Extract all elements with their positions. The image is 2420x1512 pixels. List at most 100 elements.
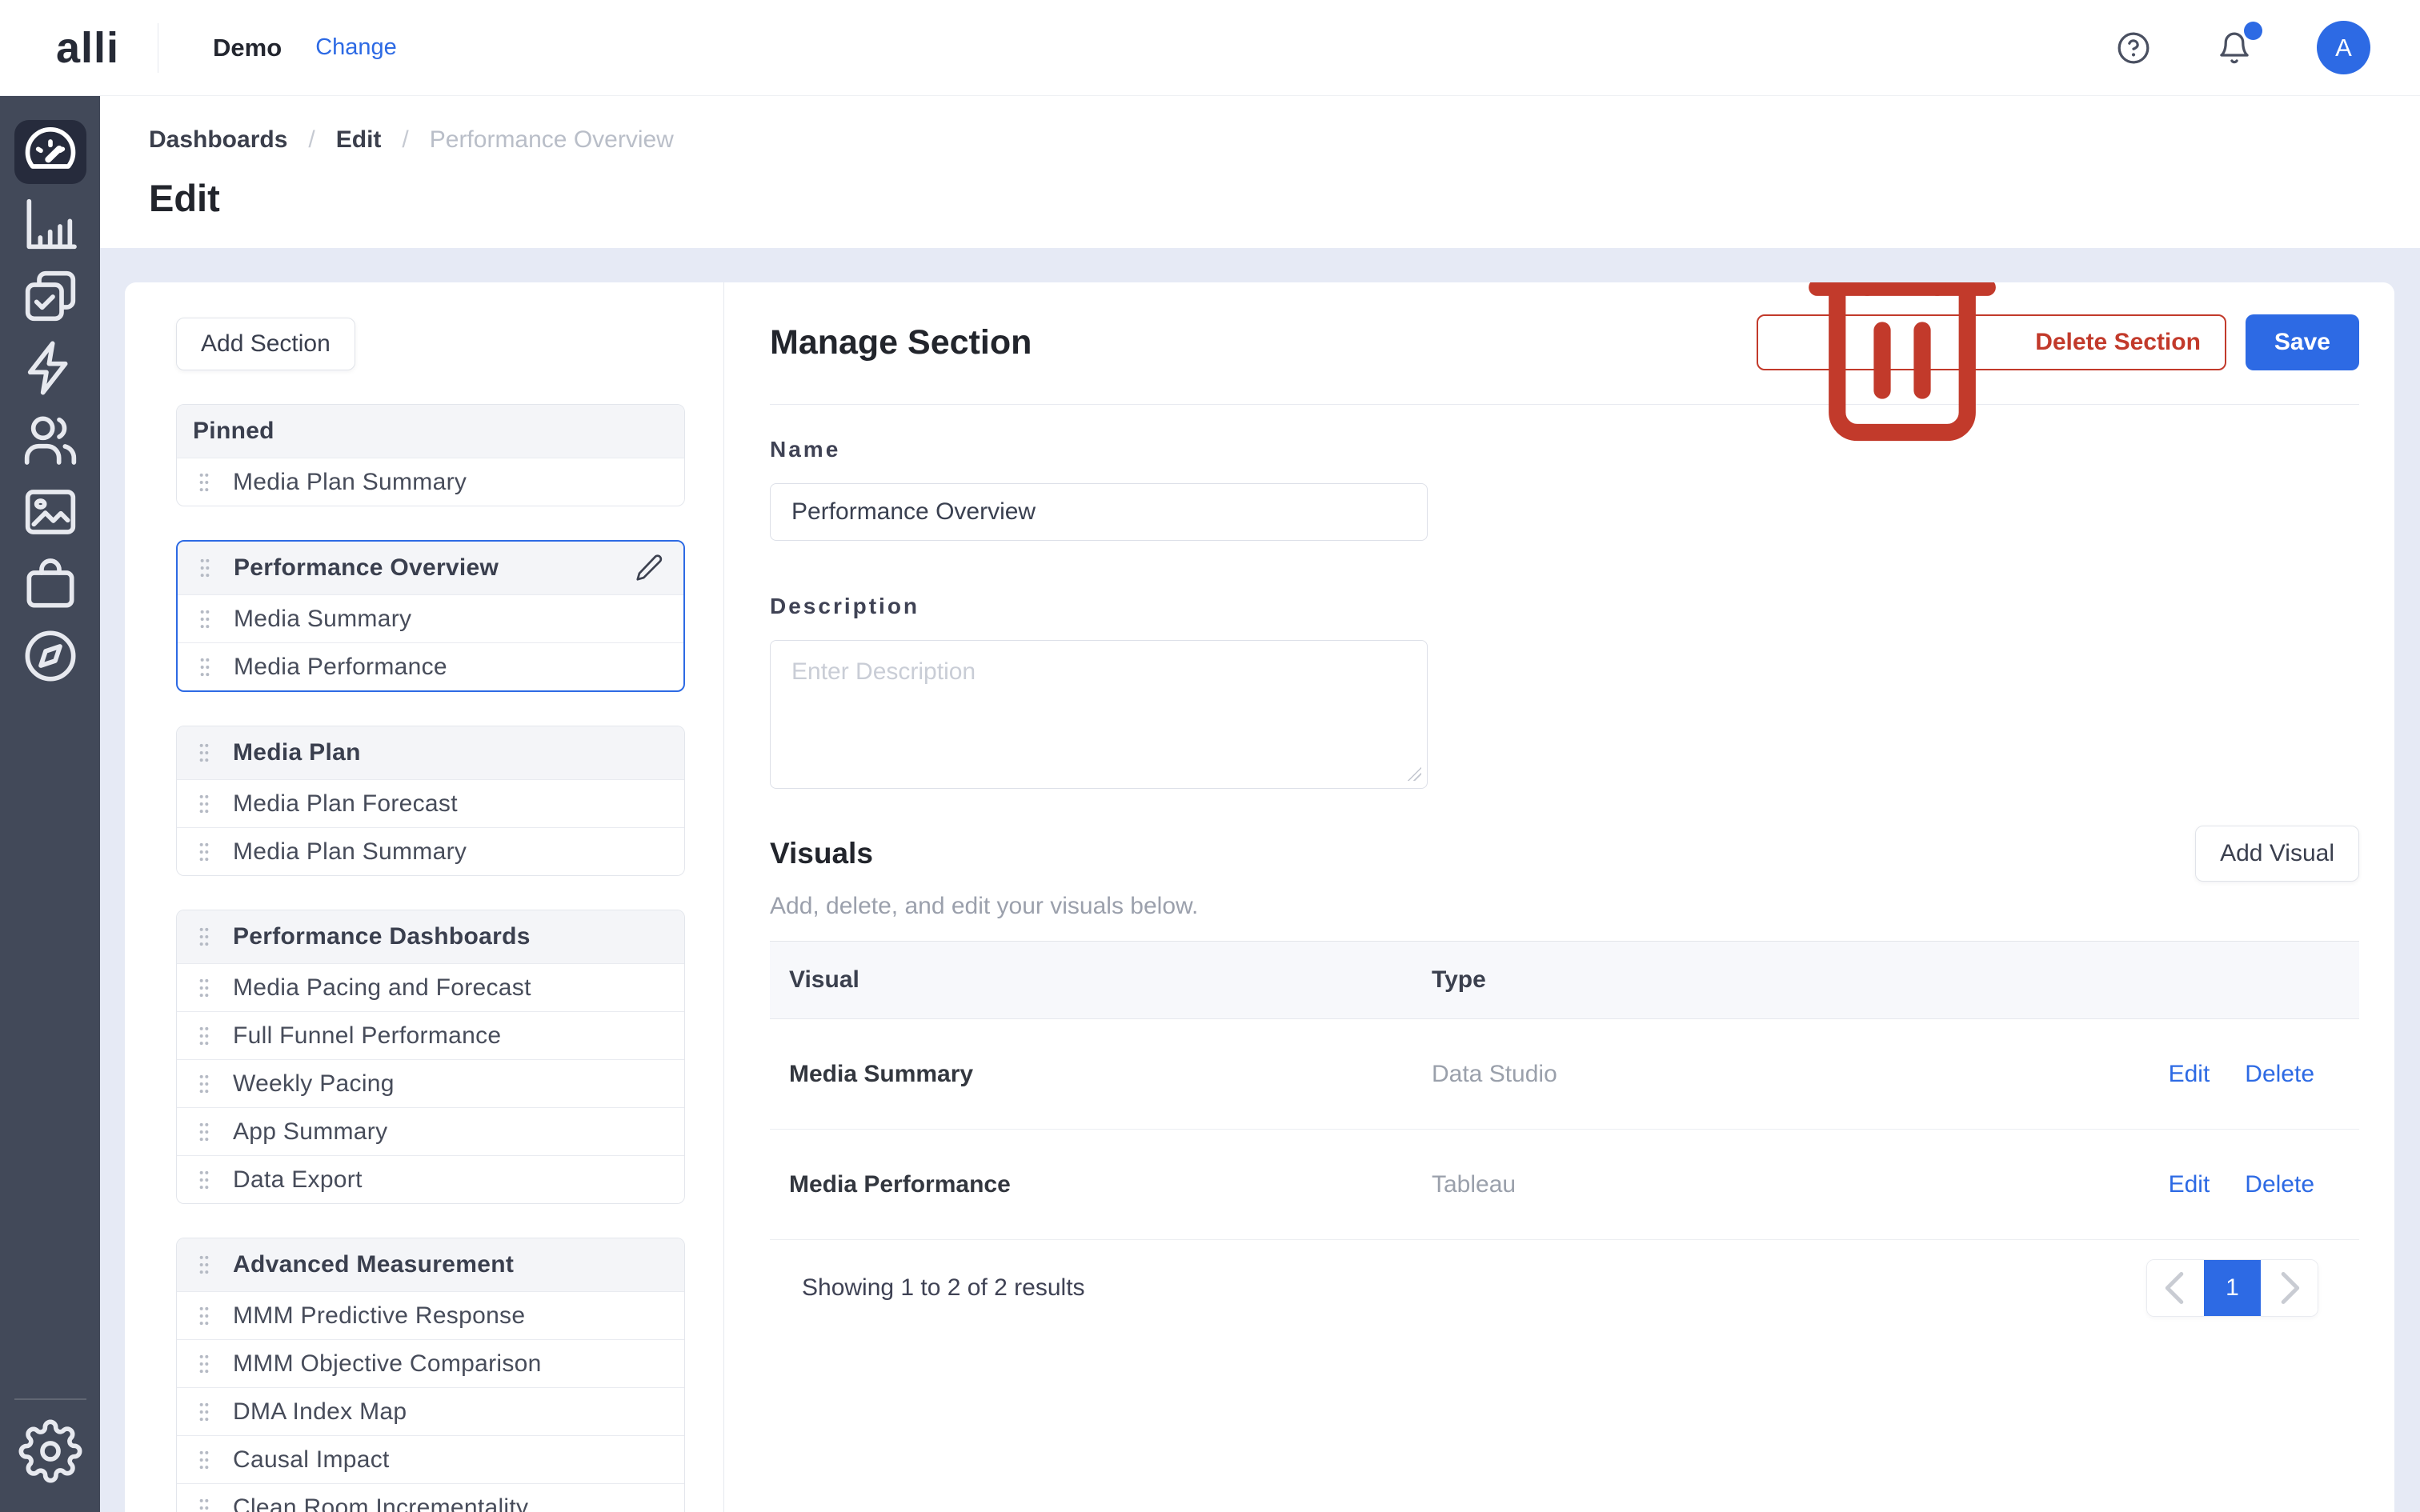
section-item-label: MMM Objective Comparison [233, 1350, 542, 1378]
visuals-subtitle: Add, delete, and edit your visuals below… [770, 893, 2359, 920]
section-item-label: Media Summary [234, 606, 411, 633]
add-visual-button[interactable]: Add Visual [2195, 826, 2359, 882]
notifications-bell-icon[interactable] [2216, 30, 2253, 66]
drag-handle-icon[interactable] [196, 974, 212, 1002]
drag-handle-icon[interactable] [196, 1398, 212, 1426]
edit-visual-link[interactable]: Edit [2169, 1171, 2210, 1198]
section-item-row[interactable]: Media Plan Forecast [177, 779, 684, 827]
section-card: Media Plan Media Plan Forecast Media Plan … [176, 726, 685, 876]
drag-handle-icon[interactable] [196, 1350, 212, 1378]
delete-section-label: Delete Section [2035, 329, 2201, 356]
drag-handle-icon[interactable] [197, 554, 213, 582]
sidebar-item-gear-icon[interactable] [14, 1419, 86, 1483]
section-item-row[interactable]: Clean Room Incrementality [177, 1483, 684, 1512]
sections-list: PinnedMedia Plan SummaryPerformance Over… [176, 404, 685, 1512]
resize-handle[interactable] [1407, 766, 1421, 781]
description-textarea[interactable] [770, 640, 1428, 789]
section-item-row[interactable]: Media Summary [178, 594, 683, 642]
section-item-label: Media Plan Summary [233, 838, 467, 866]
section-item-row[interactable]: Media Plan Summary [177, 827, 684, 875]
sidebar-item-speedometer-icon[interactable] [14, 120, 86, 184]
save-button[interactable]: Save [2246, 314, 2359, 370]
section-item-row[interactable]: MMM Objective Comparison [177, 1339, 684, 1387]
sidebar-item-users-icon[interactable] [14, 408, 86, 472]
section-item-label: DMA Index Map [233, 1398, 407, 1426]
section-item-row[interactable]: Data Export [177, 1155, 684, 1203]
breadcrumb-item[interactable]: Edit [336, 126, 382, 154]
section-item-label: Data Export [233, 1166, 363, 1194]
drag-handle-icon[interactable] [196, 1166, 212, 1194]
drag-handle-icon[interactable] [196, 1302, 212, 1330]
section-card-title: Advanced Measurement [233, 1251, 514, 1278]
trash-icon [1782, 282, 2022, 462]
drag-handle-icon[interactable] [196, 469, 212, 496]
drag-handle-icon[interactable] [196, 1022, 212, 1050]
drag-handle-icon[interactable] [196, 1251, 212, 1278]
section-card: PinnedMedia Plan Summary [176, 404, 685, 506]
sidebar-item-bar-chart-icon[interactable] [14, 192, 86, 256]
drag-handle-icon[interactable] [196, 923, 212, 950]
pagination-prev-chevron-icon[interactable] [2147, 1260, 2204, 1316]
section-card-header[interactable]: Performance Dashboards [177, 910, 684, 963]
column-type: Type [1432, 966, 2359, 994]
section-name-input[interactable] [770, 483, 1428, 541]
manage-header: Manage Section Delete Section Save [770, 314, 2359, 370]
drag-handle-icon[interactable] [197, 654, 213, 681]
sidebar-item-lightning-icon[interactable] [14, 336, 86, 400]
section-item-row[interactable]: Media Pacing and Forecast [177, 963, 684, 1011]
visuals-table-header: Visual Type [770, 941, 2359, 1019]
delete-visual-link[interactable]: Delete [2245, 1171, 2314, 1198]
drag-handle-icon[interactable] [196, 1494, 212, 1512]
drag-handle-icon[interactable] [196, 739, 212, 766]
edit-visual-link[interactable]: Edit [2169, 1061, 2210, 1088]
delete-section-button[interactable]: Delete Section [1757, 314, 2226, 370]
pagination-page-1[interactable]: 1 [2204, 1260, 2261, 1316]
pagination: 1 [2146, 1259, 2318, 1317]
section-item-row[interactable]: Weekly Pacing [177, 1059, 684, 1107]
section-card-header[interactable]: Media Plan [177, 726, 684, 779]
drag-handle-icon[interactable] [196, 838, 212, 866]
section-card-header[interactable]: Pinned [177, 405, 684, 458]
section-item-row[interactable]: Full Funnel Performance [177, 1011, 684, 1059]
sidebar-item-clipboard-check-icon[interactable] [14, 264, 86, 328]
alli-logo[interactable]: alli [56, 23, 119, 73]
drag-handle-icon[interactable] [197, 606, 213, 633]
breadcrumb-item[interactable]: Dashboards [149, 126, 287, 154]
section-divider [770, 404, 2359, 405]
change-workspace-link[interactable]: Change [315, 34, 397, 61]
section-item-row[interactable]: App Summary [177, 1107, 684, 1155]
section-item-label: Media Plan Forecast [233, 790, 458, 818]
avatar[interactable]: A [2317, 21, 2370, 74]
drag-handle-icon[interactable] [196, 1118, 212, 1146]
add-section-button[interactable]: Add Section [176, 318, 355, 370]
section-item-label: Weekly Pacing [233, 1070, 395, 1098]
section-item-row[interactable]: DMA Index Map [177, 1387, 684, 1435]
section-item-row[interactable]: Causal Impact [177, 1435, 684, 1483]
pagination-next-chevron-icon[interactable] [2261, 1260, 2318, 1316]
manage-panel: Manage Section Delete Section Save Name … [724, 282, 2394, 1512]
drag-handle-icon[interactable] [196, 790, 212, 818]
section-card-header[interactable]: Advanced Measurement [177, 1238, 684, 1291]
section-item-label: Causal Impact [233, 1446, 390, 1474]
help-icon[interactable] [2115, 30, 2152, 66]
sidebar-bottom [0, 1398, 100, 1512]
section-card: Performance DashboardsMedia Pacing and F… [176, 910, 685, 1204]
section-item-row[interactable]: Media Performance [178, 642, 683, 690]
section-item-row[interactable]: Media Plan Summary [177, 458, 684, 506]
section-card: Performance Overview Media Summary Media P… [176, 540, 685, 692]
delete-visual-link[interactable]: Delete [2245, 1061, 2314, 1088]
drag-handle-icon[interactable] [196, 1070, 212, 1098]
notification-badge [2244, 22, 2262, 40]
workspace-name: Demo [213, 34, 282, 62]
sidebar-item-bag-icon[interactable] [14, 552, 86, 616]
breadcrumb-item: Performance Overview [430, 126, 674, 154]
edit-pencil-icon[interactable] [634, 553, 664, 583]
section-item-row[interactable]: MMM Predictive Response [177, 1291, 684, 1339]
section-card-header[interactable]: Performance Overview [178, 542, 683, 594]
drag-handle-icon[interactable] [196, 1446, 212, 1474]
visual-actions: Edit Delete [2169, 1171, 2359, 1198]
visuals-table-body: Media SummaryData StudioEditDeleteMedia … [770, 1019, 2359, 1240]
sidebar-item-compass-icon[interactable] [14, 624, 86, 688]
sidebar-item-image-icon[interactable] [14, 480, 86, 544]
sidebar-divider [14, 1398, 86, 1400]
